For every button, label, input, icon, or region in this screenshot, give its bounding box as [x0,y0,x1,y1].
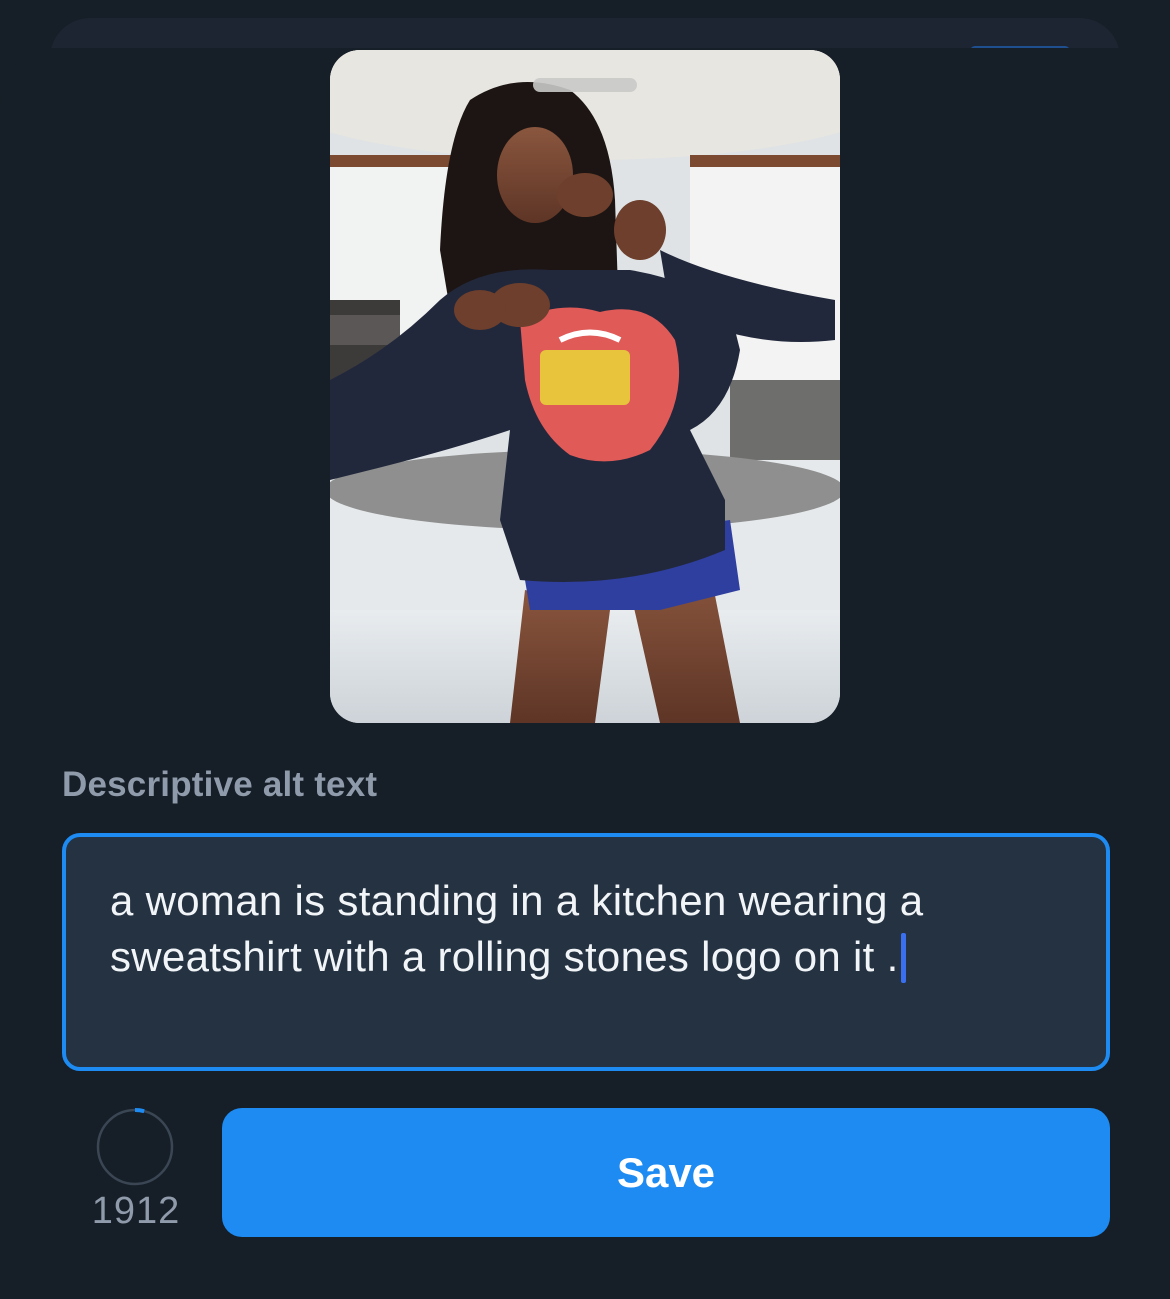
alt-text-label: Descriptive alt text [62,765,378,804]
text-caret [900,933,906,983]
alt-text-input[interactable]: a woman is standing in a kitchen wearing… [62,833,1110,1071]
sheet-grabber-handle[interactable] [533,78,637,92]
alt-text-value: a woman is standing in a kitchen wearing… [110,877,924,980]
media-preview [330,50,840,723]
alt-text-screen: Descriptive alt text a woman is standing… [0,0,1170,1299]
save-button-label: Save [616,1148,716,1196]
save-button[interactable]: Save [222,1108,1110,1237]
remaining-character-count: 1912 [91,1190,181,1232]
character-count-ring-icon [96,1108,174,1186]
media-preview-image [330,50,840,723]
